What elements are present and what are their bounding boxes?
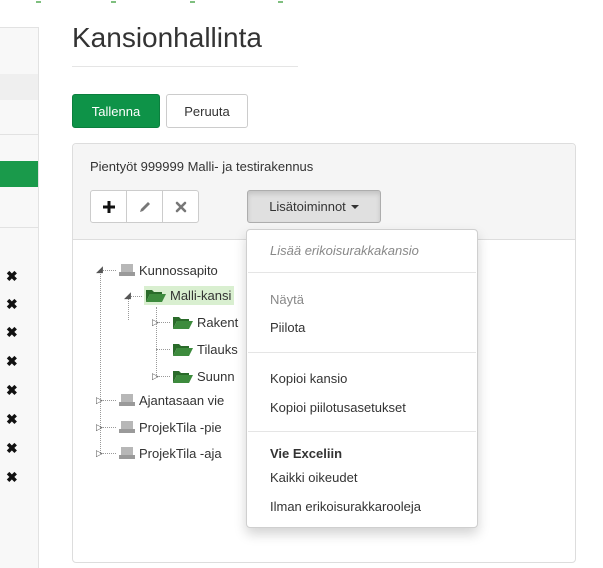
tree-node-label: Malli-kansi	[170, 287, 232, 303]
caret-down-icon	[350, 204, 359, 209]
tree-node-label: Ajantasaan vie	[139, 392, 225, 408]
top-strip	[0, 0, 603, 6]
drive-icon	[119, 447, 135, 459]
expand-icon[interactable]: ▷	[96, 422, 103, 433]
remove-icon[interactable]: ✖	[6, 297, 18, 311]
menu-item-add-special-folder[interactable]: Lisää erikoisurakkakansio	[270, 243, 419, 258]
menu-header-excel: Vie Exceliin	[270, 446, 343, 461]
cancel-button[interactable]: Peruuta	[166, 94, 248, 128]
folder-open-icon	[173, 317, 193, 329]
remove-icon[interactable]: ✖	[6, 470, 18, 484]
tree-node-label: ProjekTila -aja	[139, 445, 222, 461]
sidebar-active-item[interactable]	[0, 161, 38, 187]
delete-folder-button[interactable]	[162, 190, 199, 223]
tree-node[interactable]: Tilauks	[173, 339, 238, 359]
x-icon	[175, 201, 186, 212]
add-folder-button[interactable]	[90, 190, 127, 223]
menu-item-copy-hide-settings[interactable]: Kopioi piilotusasetukset	[270, 400, 406, 415]
expand-icon[interactable]: ▷	[152, 317, 159, 328]
more-actions-menu: Lisää erikoisurakkakansio Näytä Piilota …	[246, 229, 478, 528]
tree-node-label: Suunn	[197, 368, 235, 384]
tree-node[interactable]: ProjekTila -pie	[119, 417, 222, 437]
remove-icon[interactable]: ✖	[6, 269, 18, 283]
folder-toolbar	[90, 190, 199, 223]
tree-node[interactable]: Rakent	[173, 312, 238, 332]
tree-node-label: ProjekTila -pie	[139, 419, 222, 435]
folder-open-icon	[173, 371, 193, 383]
drive-icon	[119, 394, 135, 406]
remove-icon[interactable]: ✖	[6, 412, 18, 426]
menu-header-show: Näytä	[270, 292, 304, 307]
expand-icon[interactable]: ▷	[96, 448, 103, 459]
panel-header: Pientyöt 999999 Malli- ja testirakennus …	[73, 144, 575, 240]
left-sidebar: ✖ ✖ ✖ ✖ ✖ ✖ ✖ ✖	[0, 27, 39, 568]
tree-node[interactable]: Kunnossapito	[119, 260, 218, 280]
tree-node-label: Kunnossapito	[139, 262, 218, 278]
tree-node-label: Tilauks	[197, 341, 238, 357]
drive-icon	[119, 264, 135, 276]
page-title: Kansionhallinta	[72, 22, 262, 53]
menu-item-without-special-roles[interactable]: Ilman erikoisurakkarooleja	[270, 499, 421, 514]
save-button[interactable]: Tallenna	[72, 94, 160, 128]
remove-icon[interactable]: ✖	[6, 441, 18, 455]
project-name: Pientyöt 999999 Malli- ja testirakennus	[90, 159, 314, 174]
pencil-icon	[139, 201, 150, 212]
remove-icon[interactable]: ✖	[6, 383, 18, 397]
expand-icon[interactable]: ▷	[152, 371, 159, 382]
folder-open-icon	[173, 344, 193, 356]
expand-icon[interactable]: ▷	[96, 395, 103, 406]
tree-node-selected[interactable]: Malli-kansi	[144, 285, 235, 305]
menu-item-copy-folder[interactable]: Kopioi kansio	[270, 371, 347, 386]
menu-item-hide[interactable]: Piilota	[270, 320, 305, 335]
folder-open-icon	[146, 290, 166, 302]
title-divider	[72, 66, 298, 67]
remove-icon[interactable]: ✖	[6, 325, 18, 339]
tree-node[interactable]: ProjekTila -aja	[119, 443, 222, 463]
tree-node[interactable]: Ajantasaan vie	[119, 390, 224, 410]
tree-node[interactable]: Suunn	[173, 366, 235, 386]
drive-icon	[119, 421, 135, 433]
collapse-icon[interactable]: ◢	[96, 264, 103, 275]
plus-icon	[102, 200, 115, 213]
sidebar-band	[0, 74, 38, 100]
more-actions-label: Lisätoiminnot	[269, 199, 346, 214]
menu-item-all-rights[interactable]: Kaikki oikeudet	[270, 470, 357, 485]
tree-node-label: Rakent	[197, 314, 239, 330]
collapse-icon[interactable]: ◢	[124, 290, 131, 301]
edit-folder-button[interactable]	[126, 190, 163, 223]
remove-icon[interactable]: ✖	[6, 354, 18, 368]
more-actions-dropdown[interactable]: Lisätoiminnot	[247, 190, 381, 223]
